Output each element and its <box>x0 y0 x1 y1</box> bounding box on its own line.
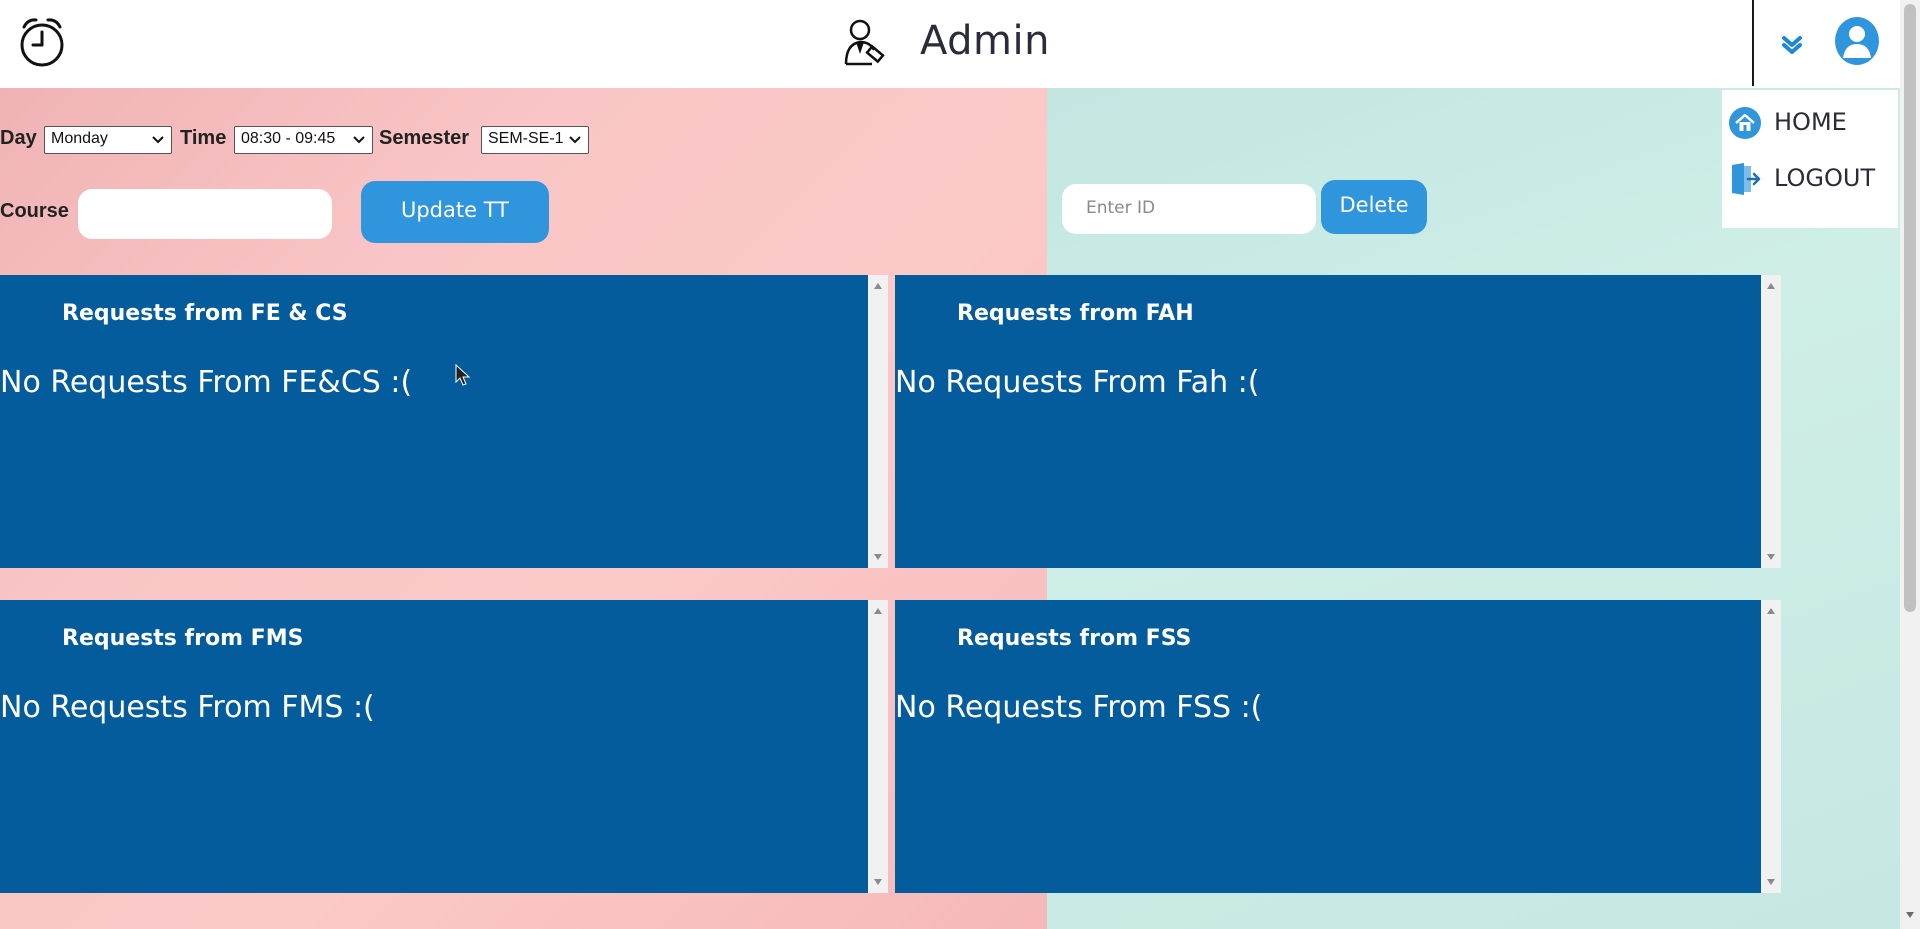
page-scrollbar[interactable] <box>1900 0 1920 929</box>
mouse-cursor-icon <box>455 364 471 386</box>
logout-icon <box>1732 163 1761 195</box>
day-select[interactable]: Monday <box>44 126 172 154</box>
panel-empty-message: No Requests From FE&CS :( <box>0 365 413 400</box>
semester-label: Semester <box>379 127 470 149</box>
semester-select-value: SEM-SE-1 <box>488 130 564 147</box>
update-tt-button[interactable]: Update TT <box>361 181 549 243</box>
alarm-clock-icon <box>20 18 64 67</box>
admin-user-icon <box>844 19 885 66</box>
double-chevron-down-icon[interactable] <box>1778 30 1806 58</box>
panel-fah: Requests from FAH No Requests From Fah :… <box>895 275 1761 568</box>
chevron-down-icon <box>353 136 365 144</box>
panel-empty-message: No Requests From FSS :( <box>895 690 1263 725</box>
semester-select[interactable]: SEM-SE-1 <box>481 126 589 154</box>
delete-button[interactable]: Delete <box>1321 180 1427 234</box>
time-label: Time <box>180 127 227 149</box>
panel-empty-message: No Requests From Fah :( <box>895 365 1260 400</box>
user-dropdown-menu: HOME LOGOUT <box>1722 90 1898 228</box>
chevron-down-icon <box>569 136 581 144</box>
panel-scrollbar[interactable] <box>1761 600 1781 893</box>
menu-item-logout[interactable]: LOGOUT <box>1722 154 1898 204</box>
scrollbar-thumb[interactable] <box>1904 4 1916 612</box>
header-divider <box>1752 0 1754 86</box>
top-header: Admin <box>0 0 1900 88</box>
home-icon <box>1729 107 1761 139</box>
panel-scrollbar[interactable] <box>1761 275 1781 568</box>
scroll-down-arrow[interactable] <box>1906 912 1914 918</box>
menu-home-label: HOME <box>1774 108 1847 136</box>
menu-logout-label: LOGOUT <box>1774 164 1876 192</box>
panel-title: Requests from FAH <box>957 301 1194 326</box>
id-input[interactable]: Enter ID <box>1062 184 1316 234</box>
panel-title: Requests from FE & CS <box>62 301 348 326</box>
course-input[interactable] <box>78 189 332 239</box>
panel-fms: Requests from FMS No Requests From FMS :… <box>0 600 868 893</box>
panel-fe-cs: Requests from FE & CS No Requests From F… <box>0 275 868 568</box>
day-select-value: Monday <box>51 130 108 147</box>
panel-scrollbar[interactable] <box>868 275 888 568</box>
panel-title: Requests from FSS <box>957 626 1192 651</box>
panel-fss: Requests from FSS No Requests From FSS :… <box>895 600 1761 893</box>
day-label: Day <box>0 127 37 149</box>
panel-scrollbar[interactable] <box>868 600 888 893</box>
course-label: Course <box>0 200 69 222</box>
panel-title: Requests from FMS <box>62 626 304 651</box>
chevron-down-icon <box>152 136 164 144</box>
menu-item-home[interactable]: HOME <box>1722 98 1898 148</box>
user-avatar-icon[interactable] <box>1834 16 1880 66</box>
time-select-value: 08:30 - 09:45 <box>241 130 336 147</box>
time-select[interactable]: 08:30 - 09:45 <box>234 126 373 154</box>
panel-empty-message: No Requests From FMS :( <box>0 690 375 725</box>
page-title: Admin <box>920 18 1050 64</box>
